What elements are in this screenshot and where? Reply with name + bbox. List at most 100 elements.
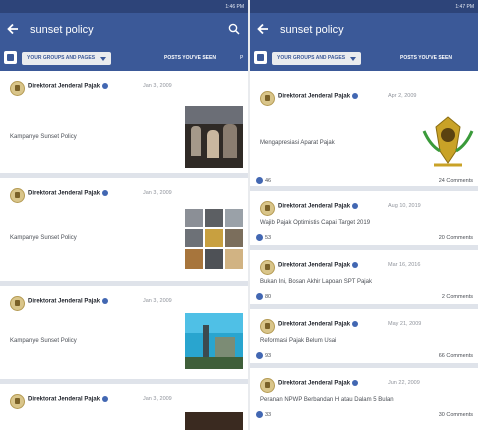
filter-settings-button[interactable]: [254, 51, 267, 64]
comment-count[interactable]: 66 Comments: [439, 353, 473, 359]
chevron-down-icon: [100, 57, 107, 61]
like-reaction-icon: [256, 352, 263, 359]
post-card[interactable]: Direktorat Jenderal Pajak Mar 16, 2016 B…: [250, 250, 478, 309]
filter-chip-label: YOUR GROUPS AND PAGES: [27, 55, 96, 61]
dgp-logo-icon[interactable]: [260, 201, 275, 216]
post-author[interactable]: Direktorat Jenderal Pajak: [278, 262, 359, 269]
dgp-logo-icon[interactable]: [260, 378, 275, 393]
search-query[interactable]: sunset policy: [30, 24, 94, 36]
post-text: Bukan Ini, Bosan Akhir Lapoan SPT Pajak: [260, 279, 372, 285]
post-author[interactable]: Direktorat Jenderal Pajak: [28, 396, 109, 403]
post-card[interactable]: Direktorat Jenderal Pajak Jan 3, 2009 Ka…: [0, 286, 248, 384]
post-author[interactable]: Direktorat Jenderal Pajak: [278, 380, 359, 387]
filter-bar: YOUR GROUPS AND PAGES POSTS YOU'VE SEEN: [250, 47, 478, 71]
reaction-number: 46: [265, 177, 272, 184]
verified-badge-icon: [352, 93, 359, 99]
post-card[interactable]: Direktorat Jenderal Pajak Jun 22, 2009 P…: [250, 368, 478, 430]
like-reaction-icon: [256, 293, 263, 300]
reaction-count[interactable]: 93: [256, 352, 271, 359]
post-card[interactable]: Direktorat Jenderal Pajak Jan 3, 2009 Ka…: [0, 71, 248, 178]
filter-chip-more[interactable]: P: [240, 52, 243, 65]
dgp-emblem-image: [422, 116, 474, 167]
like-reaction-icon: [256, 177, 263, 184]
post-author[interactable]: Direktorat Jenderal Pajak: [278, 93, 359, 100]
dgp-logo-icon[interactable]: [10, 81, 25, 96]
dgp-logo-icon[interactable]: [10, 296, 25, 311]
app-bar: sunset policy: [250, 13, 478, 47]
post-text: Mengapresiasi Aparat Pajak: [260, 140, 335, 146]
dgp-logo-icon[interactable]: [10, 188, 25, 203]
chevron-down-icon: [350, 57, 357, 61]
status-time: 1:47 PM: [455, 4, 474, 10]
comment-count[interactable]: 2 Comments: [442, 294, 473, 300]
post-thumbnail[interactable]: [185, 106, 243, 168]
post-date: Jan 3, 2009: [143, 190, 172, 196]
search-icon[interactable]: [228, 23, 240, 35]
filter-settings-button[interactable]: [4, 51, 17, 64]
reaction-count[interactable]: 46: [256, 177, 271, 184]
comment-count[interactable]: 20 Comments: [439, 235, 473, 241]
reaction-number: 80: [265, 293, 272, 300]
comment-count[interactable]: 30 Comments: [439, 412, 473, 418]
reaction-count[interactable]: 33: [256, 411, 271, 418]
arrow-left-icon[interactable]: [256, 22, 270, 36]
dgp-logo-icon[interactable]: [260, 91, 275, 106]
verified-badge-icon: [352, 321, 359, 327]
filter-chip-groups-pages[interactable]: YOUR GROUPS AND PAGES: [22, 52, 112, 65]
reaction-number: 53: [265, 234, 272, 241]
verified-badge-icon: [102, 396, 109, 402]
post-date: Aug 10, 2019: [388, 203, 421, 209]
post-card[interactable]: Direktorat Jenderal Pajak Jan 3, 2009: [0, 384, 248, 430]
post-date: Jan 3, 2009: [143, 83, 172, 89]
search-query[interactable]: sunset policy: [280, 24, 344, 36]
post-date: May 21, 2009: [388, 321, 422, 327]
app-bar: sunset policy: [0, 13, 248, 47]
status-time: 1:46 PM: [225, 4, 244, 10]
author-name: Direktorat Jenderal Pajak: [278, 93, 351, 100]
verified-badge-icon: [102, 83, 109, 89]
reaction-number: 33: [265, 411, 272, 418]
post-card[interactable]: Direktorat Jenderal Pajak May 21, 2009 R…: [250, 309, 478, 368]
post-author[interactable]: Direktorat Jenderal Pajak: [278, 321, 359, 328]
post-author[interactable]: Direktorat Jenderal Pajak: [28, 298, 109, 305]
post-author[interactable]: Direktorat Jenderal Pajak: [28, 190, 109, 197]
arrow-left-icon[interactable]: [6, 22, 20, 36]
post-author[interactable]: Direktorat Jenderal Pajak: [278, 203, 359, 210]
author-name: Direktorat Jenderal Pajak: [28, 396, 101, 403]
post-text: Reformasi Pajak Belum Usai: [260, 338, 337, 344]
comment-count[interactable]: 24 Comments: [439, 178, 473, 184]
author-name: Direktorat Jenderal Pajak: [28, 83, 101, 90]
reaction-number: 93: [265, 352, 272, 359]
post-date: Jan 3, 2009: [143, 298, 172, 304]
post-date: Mar 16, 2016: [388, 262, 421, 268]
post-thumbnail[interactable]: [185, 412, 243, 430]
post-text: Peranan NPWP Berbandan H atau Dalam 5 Bu…: [260, 397, 394, 403]
status-bar: 1:47 PM: [250, 0, 478, 13]
dgp-logo-icon[interactable]: [10, 394, 25, 409]
verified-badge-icon: [352, 203, 359, 209]
dgp-logo-icon[interactable]: [260, 319, 275, 334]
left-phone-screen: 1:46 PM sunset policy YOUR GROUPS AND PA…: [0, 0, 248, 430]
reaction-count[interactable]: 53: [256, 234, 271, 241]
post-card[interactable]: Direktorat Jenderal Pajak Apr 2, 2009 Me…: [250, 71, 478, 191]
author-name: Direktorat Jenderal Pajak: [28, 298, 101, 305]
like-reaction-icon: [256, 234, 263, 241]
post-thumbnail[interactable]: [185, 209, 243, 269]
post-text: Kampanye Sunset Policy: [10, 134, 77, 140]
filter-chip-groups-pages[interactable]: YOUR GROUPS AND PAGES: [272, 52, 362, 65]
post-author[interactable]: Direktorat Jenderal Pajak: [28, 83, 109, 90]
post-date: Jan 3, 2009: [143, 396, 172, 402]
author-name: Direktorat Jenderal Pajak: [278, 321, 351, 328]
filter-chip-posts-seen[interactable]: POSTS YOU'VE SEEN: [400, 52, 452, 65]
author-name: Direktorat Jenderal Pajak: [278, 262, 351, 269]
filter-chip-posts-seen[interactable]: POSTS YOU'VE SEEN: [164, 52, 216, 65]
post-text: Kampanye Sunset Policy: [10, 235, 77, 241]
verified-badge-icon: [352, 262, 359, 268]
post-card[interactable]: Direktorat Jenderal Pajak Jan 3, 2009 Ka…: [0, 178, 248, 286]
post-thumbnail[interactable]: [185, 313, 243, 369]
dgp-logo-icon[interactable]: [260, 260, 275, 275]
author-name: Direktorat Jenderal Pajak: [278, 203, 351, 210]
like-reaction-icon: [256, 411, 263, 418]
reaction-count[interactable]: 80: [256, 293, 271, 300]
post-card[interactable]: Direktorat Jenderal Pajak Aug 10, 2019 W…: [250, 191, 478, 250]
